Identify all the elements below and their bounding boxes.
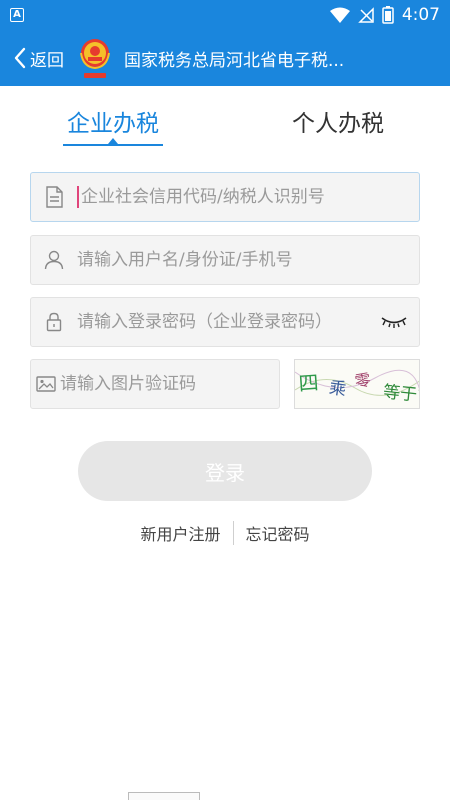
active-tab-caret [108, 138, 118, 144]
captcha-field [30, 359, 280, 409]
active-tab-indicator [63, 144, 163, 146]
no-signal-icon [358, 7, 374, 23]
tab-enterprise[interactable]: 企业办税 [43, 104, 183, 138]
auxiliary-links: 新用户注册 忘记密码 [0, 518, 450, 548]
notification-indicator: A [10, 8, 24, 22]
bottom-partial-element [128, 792, 200, 800]
captcha-image[interactable]: 四 乘 零 等于? [294, 359, 420, 409]
status-bar: A 4:07 [0, 0, 450, 30]
back-label: 返回 [30, 50, 64, 71]
svg-text:乘: 乘 [328, 378, 348, 400]
username-field [30, 235, 420, 285]
status-icons: 4:07 [329, 5, 440, 25]
tax-id-field [30, 172, 420, 222]
svg-text:四: 四 [298, 370, 320, 395]
captcha-input[interactable] [60, 360, 279, 408]
login-button[interactable]: 登录 [78, 441, 372, 501]
back-button[interactable]: 返回 [0, 30, 64, 86]
password-field: 请输入登录密码（企业登录密码） [30, 297, 420, 347]
lock-icon [31, 312, 77, 332]
tax-emblem-icon [72, 34, 118, 82]
tab-personal[interactable]: 个人办税 [268, 104, 408, 138]
nav-bar: 返回 国家税务总局河北省电子税... [0, 30, 450, 86]
battery-icon [382, 6, 394, 24]
forgot-password-link[interactable]: 忘记密码 [234, 521, 322, 545]
password-visibility-toggle[interactable] [369, 315, 419, 329]
password-input[interactable]: 请输入登录密码（企业登录密码） [77, 311, 369, 333]
svg-text:零: 零 [353, 370, 372, 391]
login-tabs: 企业办税 个人办税 [0, 96, 450, 154]
user-icon [31, 250, 77, 270]
document-icon [31, 186, 77, 208]
svg-text:等于?: 等于? [382, 382, 420, 406]
eye-closed-icon [381, 317, 407, 328]
wifi-icon [329, 7, 350, 23]
chevron-left-icon [14, 47, 26, 69]
page-title: 国家税务总局河北省电子税... [124, 50, 345, 71]
clock: 4:07 [401, 5, 440, 25]
text-cursor [77, 186, 79, 208]
username-input[interactable] [77, 236, 419, 284]
register-link[interactable]: 新用户注册 [128, 521, 232, 545]
tax-id-input[interactable] [81, 173, 419, 221]
image-icon [31, 376, 60, 392]
